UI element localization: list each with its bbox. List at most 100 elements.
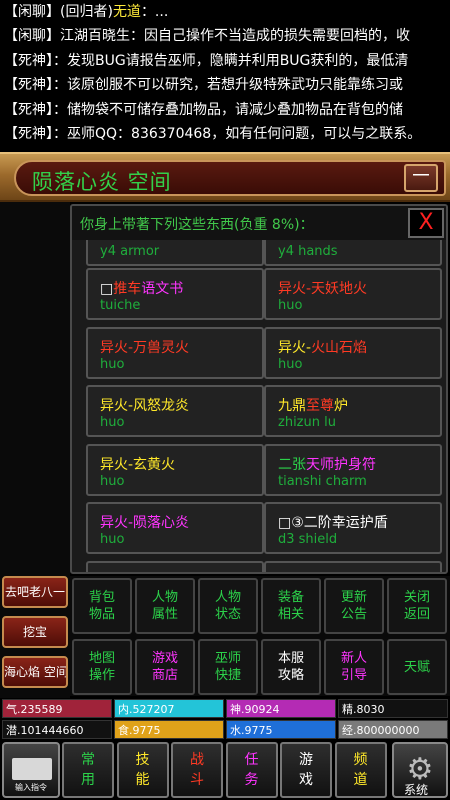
inventory-item[interactable]: □③二阶幸运护盾 d3 shield bbox=[264, 502, 442, 554]
side-quick-button[interactable]: 去吧老八一 bbox=[2, 576, 68, 608]
inventory-item[interactable]: 异火-陨落心炎 huo bbox=[86, 502, 264, 554]
chat-text: ：巫师QQ：836370468，如有任何问题，可以与之联系。 bbox=[53, 125, 422, 142]
inventory-panel: 你身上带著下列这些东西(负重 8%)： X y4 armor y4 hands □推… bbox=[70, 204, 448, 574]
item-name: 异火-万兽灵火 bbox=[100, 337, 189, 357]
bottom-tab[interactable]: 频道 bbox=[334, 742, 387, 798]
inventory-item[interactable]: □推车语文书 tuiche bbox=[86, 268, 264, 320]
menu-label-line2: 攻略 bbox=[277, 668, 304, 683]
inventory-grid[interactable]: y4 armor y4 hands □推车语文书 tuiche 异火-天妖地火 huo 异火… bbox=[72, 240, 446, 572]
menu-label-line1: 人物 bbox=[214, 590, 241, 605]
chat-line: 【死神】：发现BUG请报告巫师，隐瞒并利用BUG获利的，最低清 bbox=[0, 49, 450, 73]
item-name-part: 异火-天妖地火 bbox=[278, 281, 368, 297]
chat-line: 【死神】：储物袋不可储存叠加物品，请减少叠加物品在背包的储 bbox=[0, 98, 450, 122]
inventory-item[interactable]: 异火-天妖地火 huo bbox=[264, 268, 442, 320]
chat-text: ：该原创服不可以研究，若想升级特殊武功只能靠练习或 bbox=[53, 77, 403, 94]
inventory-close-button[interactable]: X bbox=[408, 208, 444, 238]
inventory-item[interactable]: y4 armor bbox=[86, 240, 264, 266]
bottom-nav: 输入指令 ⚙ 系统 常用技能战斗任务游戏频道 bbox=[0, 740, 450, 800]
menu-label-line1: 本服 bbox=[277, 651, 304, 666]
stat-value: 潜.101444660 bbox=[2, 720, 112, 739]
stat-value: 神.90924 bbox=[226, 699, 336, 718]
bottom-tab-line1: 常 bbox=[81, 752, 95, 768]
item-prefix: □ bbox=[100, 281, 114, 297]
side-quick-button[interactable]: 海心焰 空间 bbox=[2, 656, 68, 688]
chat-sender-highlight[interactable]: 无道 bbox=[113, 4, 141, 20]
location-panel: 陨落心炎 空间 － bbox=[14, 160, 446, 196]
item-id: huo bbox=[100, 532, 125, 547]
menu-label-line1: 巫师 bbox=[214, 651, 241, 666]
chat-sender[interactable]: 江湖百晓生 bbox=[60, 28, 130, 44]
menu-label-line2: 操作 bbox=[88, 668, 115, 683]
settings-button[interactable]: ⚙ 系统 bbox=[392, 742, 448, 798]
stat-value: 气.235589 bbox=[2, 699, 112, 718]
bottom-tab[interactable]: 战斗 bbox=[171, 742, 223, 798]
keyboard-icon bbox=[12, 758, 52, 780]
inventory-item[interactable]: y4 hands bbox=[264, 240, 442, 266]
menu-label-line2: 物品 bbox=[88, 607, 115, 622]
inventory-item[interactable] bbox=[264, 560, 442, 572]
stat-value: 水.9775 bbox=[226, 720, 336, 739]
item-id: tuiche bbox=[100, 298, 141, 313]
inventory-item[interactable]: 异火-火山石焰 huo bbox=[264, 326, 442, 379]
menu-button[interactable]: 关闭 返回 bbox=[387, 578, 447, 634]
menu-label-line2: 公告 bbox=[340, 607, 367, 622]
menu-button[interactable]: 背包 物品 bbox=[72, 578, 132, 634]
chat-text: ：因自己操作不当造成的损失需要回档的，收 bbox=[130, 28, 410, 45]
chat-log[interactable]: 【闲聊】(回归者)无道：... 【闲聊】江湖百晓生：因自己操作不当造成的损失需要回… bbox=[0, 0, 450, 152]
menu-button[interactable]: 天赋 bbox=[387, 639, 447, 695]
menu-button[interactable]: 装备 相关 bbox=[261, 578, 321, 634]
collapse-button[interactable]: － bbox=[404, 164, 438, 192]
chat-line: 【死神】：巫师QQ：836370468，如有任何问题，可以与之联系。 bbox=[0, 122, 450, 146]
command-input-button[interactable]: 输入指令 bbox=[2, 742, 60, 798]
item-id: huo bbox=[278, 356, 303, 372]
bottom-tab[interactable]: 技能 bbox=[116, 742, 169, 798]
bottom-tab[interactable]: 常用 bbox=[62, 742, 114, 798]
bottom-tab-line2: 斗 bbox=[190, 772, 204, 788]
menu-button[interactable]: 人物 属性 bbox=[135, 578, 195, 634]
item-id: zhizun lu bbox=[278, 415, 336, 430]
item-name-part: 异火-陨落心炎 bbox=[100, 515, 190, 531]
item-name-part: 二张 bbox=[278, 456, 306, 473]
item-id: y4 hands bbox=[278, 244, 338, 259]
stats-bar: 气.235589 内.527207 神.90924 精.8030 潜.101444660… bbox=[0, 698, 450, 740]
menu-button[interactable]: 游戏 商店 bbox=[135, 639, 195, 695]
item-name-part: 异火- bbox=[278, 339, 312, 356]
menu-button[interactable]: 人物 状态 bbox=[198, 578, 258, 634]
menu-button[interactable]: 巫师 快捷 bbox=[198, 639, 258, 695]
chat-text: ：发现BUG请报告巫师，隐瞒并利用BUG获利的，最低清 bbox=[53, 52, 409, 69]
item-id: huo bbox=[100, 473, 125, 489]
stat-value: 经.800000000 bbox=[338, 720, 448, 739]
menu-button[interactable]: 地图 操作 bbox=[72, 639, 132, 695]
menu-label-line1: 人物 bbox=[151, 590, 178, 605]
stat-value: 内.527207 bbox=[114, 699, 224, 718]
bottom-tab-line1: 频 bbox=[353, 752, 368, 768]
bottom-tab-line2: 道 bbox=[353, 772, 368, 788]
menu-label-line1: 装备 bbox=[277, 590, 304, 605]
item-name-part: 火山石焰 bbox=[311, 339, 368, 356]
inventory-item[interactable] bbox=[86, 560, 264, 572]
inventory-item[interactable]: 异火-万兽灵火 huo bbox=[86, 326, 264, 379]
item-name: 异火-陨落心炎 bbox=[100, 512, 189, 532]
item-id: d3 shield bbox=[278, 532, 338, 547]
menu-button[interactable]: 本服 攻略 bbox=[261, 639, 321, 695]
item-name: 异火-天妖地火 bbox=[278, 278, 367, 298]
inventory-item[interactable]: 二张天师护身符 tianshi charm bbox=[264, 443, 442, 496]
menu-label-line2: 商店 bbox=[151, 668, 178, 683]
bottom-tab[interactable]: 任务 bbox=[225, 742, 278, 798]
bottom-tab-line2: 用 bbox=[81, 772, 95, 788]
bottom-tab-line1: 战 bbox=[190, 752, 204, 768]
menu-label-line1: 背包 bbox=[88, 590, 115, 605]
side-quick-button[interactable]: 挖宝 bbox=[2, 616, 68, 648]
bottom-tab[interactable]: 游戏 bbox=[280, 742, 332, 798]
menu-label-line1: 新人 bbox=[340, 651, 367, 666]
inventory-item[interactable]: 异火-风怒龙炎 huo bbox=[86, 385, 264, 437]
item-id: tianshi charm bbox=[278, 473, 367, 489]
menu-button[interactable]: 新人 引导 bbox=[324, 639, 384, 695]
menu-button[interactable]: 更新 公告 bbox=[324, 578, 384, 634]
chat-line: 【闲聊】江湖百晓生：因自己操作不当造成的损失需要回档的，收 bbox=[0, 24, 450, 48]
menu-label-line1: 关闭 bbox=[403, 590, 430, 605]
chat-sender[interactable]: (回归者) bbox=[60, 4, 113, 20]
command-input-label: 输入指令 bbox=[15, 783, 47, 792]
inventory-item[interactable]: 九鼎至尊炉 zhizun lu bbox=[264, 385, 442, 437]
inventory-item[interactable]: 异火-玄黄火 huo bbox=[86, 443, 264, 496]
